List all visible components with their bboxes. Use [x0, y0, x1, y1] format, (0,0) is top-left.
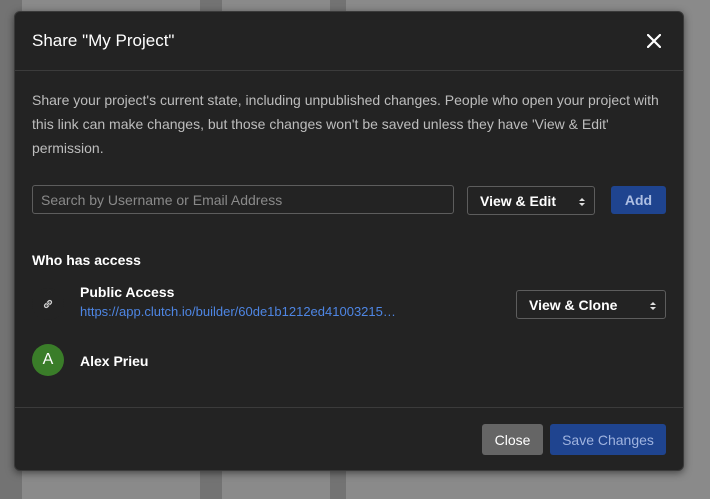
add-button[interactable]: Add [611, 186, 666, 214]
save-changes-button[interactable]: Save Changes [550, 424, 666, 455]
user-search-input[interactable] [32, 185, 454, 214]
close-button[interactable]: Close [482, 424, 543, 455]
access-heading: Who has access [32, 252, 141, 268]
invite-permission-value: View & Edit [480, 192, 556, 209]
public-access-title: Public Access [80, 284, 175, 300]
select-arrows-icon [579, 195, 585, 207]
public-share-link[interactable]: https://app.clutch.io/builder/60de1b1212… [80, 304, 400, 319]
close-icon[interactable] [643, 30, 665, 52]
public-permission-value: View & Clone [529, 296, 618, 313]
public-permission-select[interactable]: View & Clone [516, 290, 666, 319]
share-dialog: Share "My Project" Share your project's … [14, 11, 684, 471]
invite-permission-select[interactable]: View & Edit [467, 186, 595, 215]
link-icon [32, 288, 64, 320]
dialog-header: Share "My Project" [15, 12, 683, 71]
dialog-footer: Close Save Changes [15, 407, 683, 472]
avatar: A [32, 344, 64, 376]
dialog-title: Share "My Project" [32, 31, 175, 50]
share-description: Share your project's current state, incl… [32, 92, 659, 156]
select-arrows-icon [650, 299, 656, 311]
user-row: A Alex Prieu [32, 344, 668, 378]
user-name: Alex Prieu [80, 353, 149, 369]
